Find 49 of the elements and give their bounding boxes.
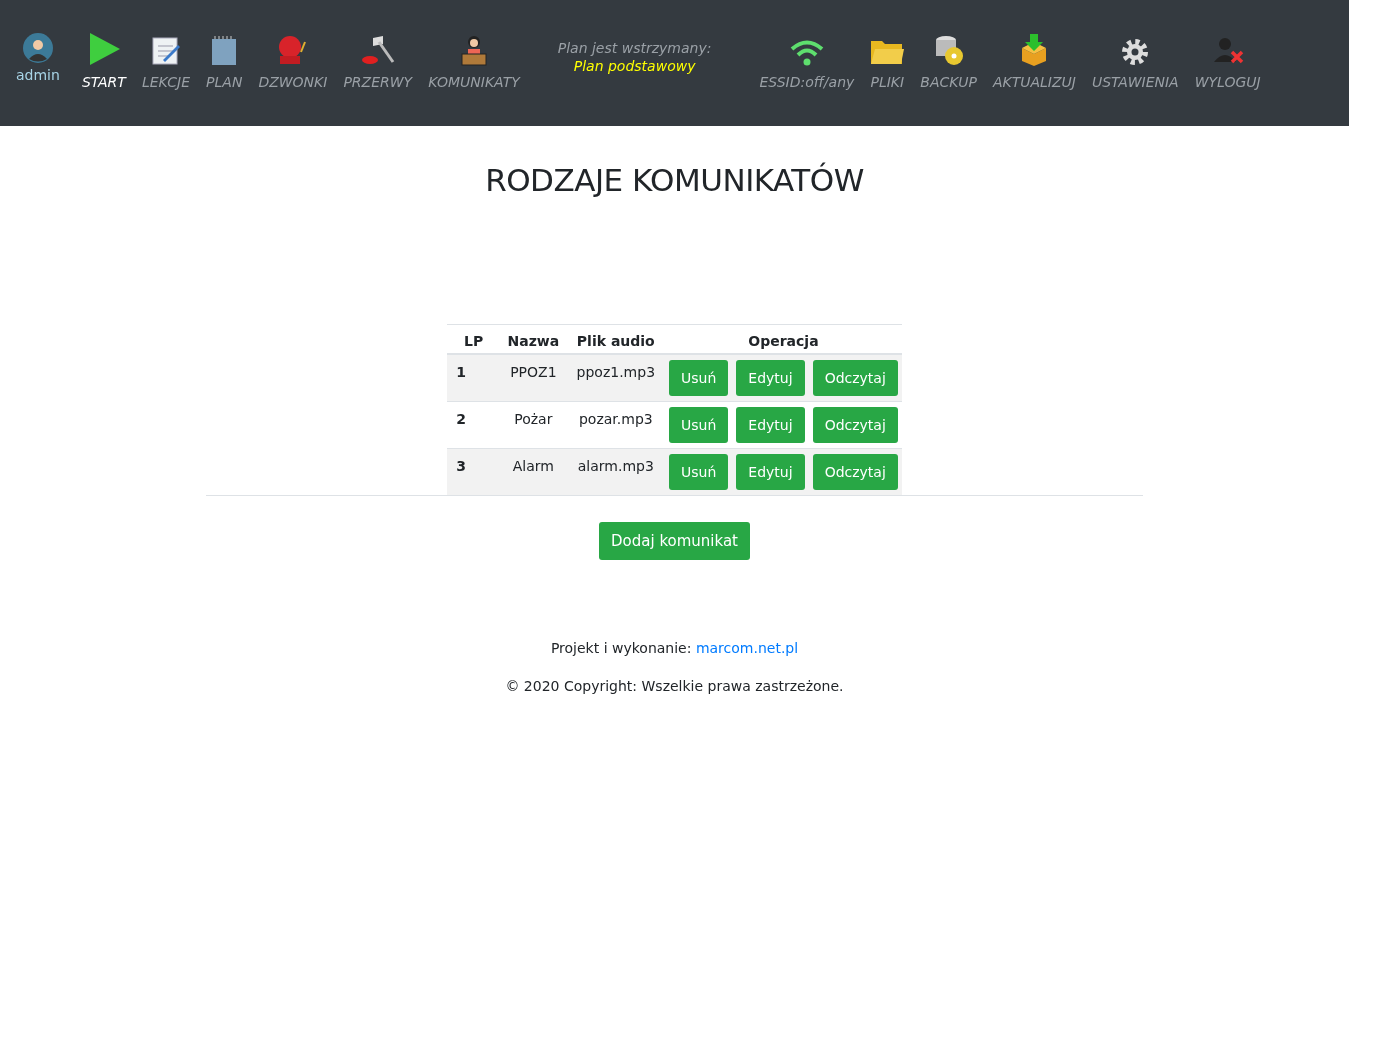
nav-item[interactable]: START [73, 30, 134, 90]
disc-icon [933, 34, 964, 66]
wifi-icon [789, 40, 824, 66]
bell-icon [276, 34, 309, 66]
play-button[interactable]: Odczytaj [812, 360, 898, 396]
user-remove-icon [1211, 36, 1244, 66]
nav-item[interactable]: LEKCJE [133, 30, 199, 90]
table-cell: alarm.mp3 [566, 448, 666, 495]
play-button[interactable]: Odczytaj [812, 454, 898, 490]
copyright-text: © 2020 Copyright: Wszelkie prawa zastrzeżone. [505, 678, 844, 694]
page-title: RODZAJE KOMUNIKATÓW [484, 162, 865, 198]
plan-status: Plan jest wstrzymany: [557, 40, 712, 56]
plan-name: Plan podstawowy [573, 58, 696, 74]
nav-item[interactable]: USTAWIENIA [1083, 30, 1187, 90]
edit-button[interactable]: Edytuj [736, 454, 805, 490]
table-cell: 1 [447, 354, 501, 402]
table-cell: Pożar [500, 401, 567, 449]
edit-button[interactable]: Edytuj [736, 407, 805, 443]
credit-link[interactable]: marcom.net.pl [695, 640, 799, 656]
notepad-icon [151, 34, 181, 66]
nav-item[interactable]: WYLOGUJ [1186, 30, 1269, 90]
table-cell: pozar.mp3 [566, 401, 666, 449]
edit-button[interactable]: Edytuj [736, 360, 805, 396]
add-button[interactable]: Dodaj komunikat [599, 522, 750, 560]
table-cell: 3 [447, 448, 501, 495]
table-cell: ppoz1.mp3 [566, 354, 666, 402]
delete-button[interactable]: Usuń [669, 360, 729, 396]
settings-icon [1121, 38, 1150, 66]
delete-button[interactable]: Usuń [669, 454, 729, 490]
nav-item[interactable]: ESSID:off/any [751, 30, 863, 90]
nav-item[interactable]: KOMUNIKATY [420, 30, 528, 90]
folder-icon [870, 38, 905, 66]
table-cell: PPOZ1 [500, 354, 567, 402]
nav-item[interactable]: PRZERWY [335, 30, 421, 90]
speaker-icon [459, 34, 488, 66]
nav-item[interactable]: PLIKI [862, 30, 913, 90]
table-cell: 2 [447, 401, 501, 449]
nav-item[interactable]: PLAN [198, 30, 251, 90]
user-name: admin [16, 67, 60, 83]
credit-text: Projekt i wykonanie: [550, 640, 692, 656]
notepad-icon [211, 36, 238, 66]
table-cell: Alarm [500, 448, 567, 495]
delete-button[interactable]: Usuń [669, 407, 729, 443]
hammer-icon [360, 34, 395, 66]
nav-item[interactable]: BACKUP [912, 30, 985, 90]
play-button[interactable]: Odczytaj [812, 407, 898, 443]
avatar-icon [22, 33, 53, 63]
nav-item[interactable]: DZWONKI [250, 30, 336, 90]
nav-item[interactable]: AKTUALIZUJ [984, 30, 1084, 90]
